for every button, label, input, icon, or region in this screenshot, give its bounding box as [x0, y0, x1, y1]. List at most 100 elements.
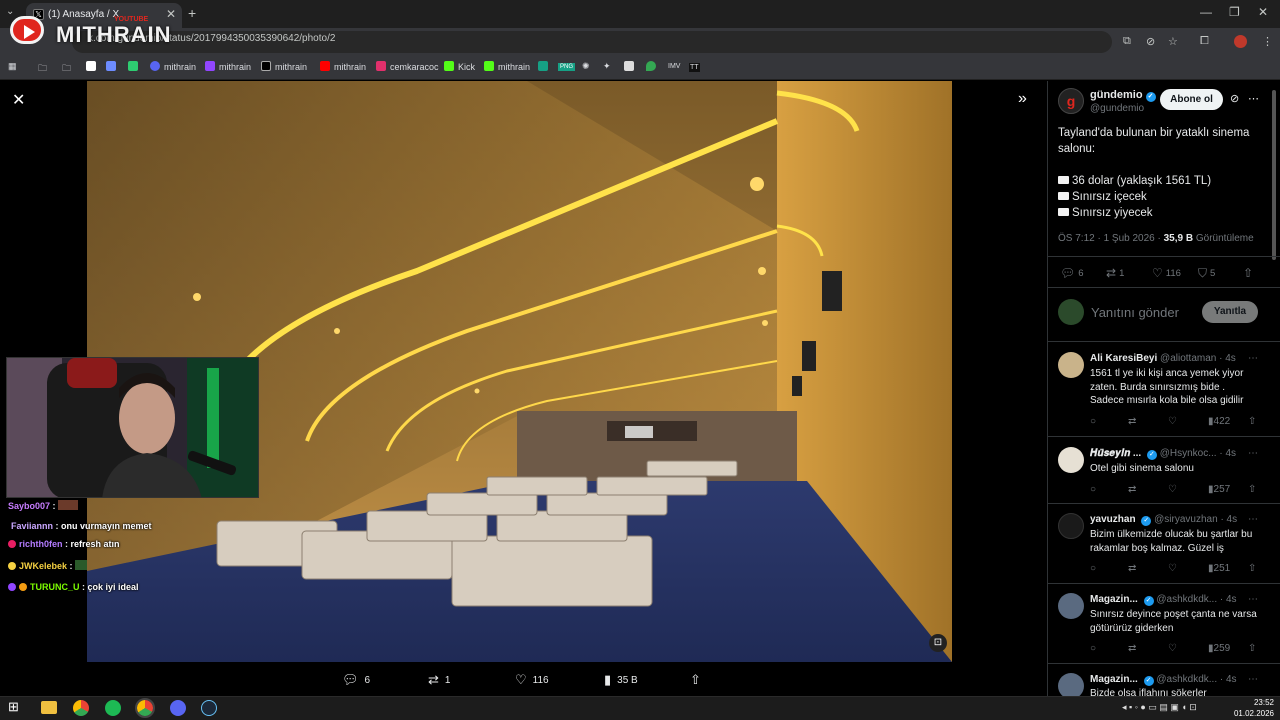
repost-count-button[interactable]: ⇄ 1 — [1106, 266, 1124, 280]
bookmark-shortcut-icon[interactable] — [624, 61, 638, 72]
comment-more-icon[interactable]: ⋯ — [1248, 674, 1258, 685]
close-window-icon[interactable]: ✕ — [1258, 5, 1268, 19]
reply-icon[interactable]: ○ — [1090, 643, 1096, 654]
bookmark-kick[interactable]: Kick — [444, 61, 475, 72]
close-photo-icon[interactable]: ✕ — [12, 90, 25, 110]
panel-scrollbar[interactable] — [1272, 90, 1276, 260]
comment-avatar[interactable] — [1058, 593, 1084, 619]
folder-icon[interactable]: 🗀 — [62, 61, 71, 77]
chrome-active-icon[interactable] — [135, 698, 155, 718]
comment-header[interactable]: 𝑯𝒖̈𝒔𝒆𝒚𝒊𝒏 ... ✓ @Hsynkoc... · 4s — [1090, 448, 1260, 460]
repost-icon[interactable]: ⇄ — [1128, 643, 1136, 654]
grok-icon[interactable]: ⊘ — [1230, 92, 1239, 105]
reply-icon[interactable]: ○ — [1090, 563, 1096, 574]
comment-more-icon[interactable]: ⋯ — [1248, 353, 1258, 364]
comment-more-icon[interactable]: ⋯ — [1248, 594, 1258, 605]
more-options-icon[interactable]: ⋯ — [1248, 92, 1259, 105]
steam-icon[interactable] — [201, 700, 217, 716]
comment-more-icon[interactable]: ⋯ — [1248, 514, 1258, 525]
close-tab-icon[interactable]: ✕ — [166, 7, 176, 21]
reply-submit-button[interactable]: Yanıtla — [1202, 301, 1258, 323]
reply-icon[interactable]: ○ — [1090, 416, 1096, 427]
comment-avatar[interactable] — [1058, 513, 1084, 539]
divider — [1047, 436, 1280, 437]
comment-avatar[interactable] — [1058, 352, 1084, 378]
apps-grid-icon[interactable]: ▦ — [8, 61, 17, 72]
install-app-icon[interactable]: ⧉ — [1123, 35, 1131, 48]
comment-header[interactable]: Magazin... ✓ @ashkdkdk... · 4s — [1090, 594, 1260, 606]
bookmark-shortcut-icon[interactable] — [86, 61, 100, 72]
bookmark-shortcut-icon[interactable] — [538, 61, 552, 72]
share-icon[interactable]: ⇧ — [1248, 643, 1256, 654]
photo-like-button[interactable]: ♡ 116 — [515, 672, 549, 688]
photo-repost-button[interactable]: ⇄ 1 — [428, 672, 450, 688]
repost-icon[interactable]: ⇄ — [1128, 416, 1136, 427]
extensions-icon[interactable]: ⧠ — [1200, 35, 1209, 48]
bookmark-count-button[interactable]: ⛉ 5 — [1198, 266, 1215, 281]
heart-icon[interactable]: ♡ — [1168, 643, 1177, 654]
reply-count-button[interactable]: 💬︎ 6 — [1060, 266, 1084, 280]
bookmark-youtube[interactable]: mithrain — [320, 61, 366, 72]
share-button[interactable]: ⇧ — [1243, 266, 1256, 280]
share-icon[interactable]: ⇧ — [1248, 416, 1256, 427]
reply-icon[interactable]: ○ — [1090, 484, 1096, 495]
tab-list-icon[interactable]: ⌄ — [6, 6, 14, 17]
heart-icon[interactable]: ♡ — [1168, 416, 1177, 427]
views-count[interactable]: ▮ 257 — [1208, 484, 1230, 495]
comment-header[interactable]: yavuzhan ✓ @siryavuzhan · 4s — [1090, 514, 1260, 526]
minimize-icon[interactable]: — — [1200, 5, 1212, 19]
windows-start-icon[interactable]: ⊞ — [8, 699, 24, 715]
share-icon[interactable]: ⇧ — [1248, 484, 1256, 495]
heart-icon[interactable]: ♡ — [1168, 563, 1177, 574]
comment-header[interactable]: Ali KaresiBeyi @aliottaman · 4s — [1090, 353, 1260, 364]
discord-icon[interactable] — [170, 700, 186, 716]
comment-header[interactable]: Magazin... ✓ @ashkdkdk... · 4s — [1090, 674, 1260, 686]
share-icon[interactable]: ⇧ — [1248, 563, 1256, 574]
bookmark-kick-mithrain[interactable]: mithrain — [484, 61, 530, 72]
alt-text-icon[interactable]: ⊡ — [929, 634, 947, 652]
reply-icon: 💬︎ — [1060, 266, 1076, 280]
repost-icon[interactable]: ⇄ — [1128, 484, 1136, 495]
collapse-panel-icon[interactable]: » — [1018, 90, 1027, 108]
menu-dots-icon[interactable]: ⋮ — [1262, 35, 1273, 48]
new-tab-button[interactable]: + — [188, 5, 196, 21]
bookmark-instagram[interactable]: cemkaracoc — [376, 61, 439, 72]
bookmark-tt-icon[interactable]: TT — [689, 63, 700, 72]
file-explorer-icon[interactable] — [41, 701, 57, 714]
bookmark-shortcut-icon[interactable] — [106, 61, 120, 72]
folder-icon[interactable]: 🗀 — [38, 61, 47, 77]
photo-views-button[interactable]: ▮ 35 B — [604, 672, 638, 688]
tray-icons[interactable]: ◂ ▪ ◦ ● ▭ ▤ ▣ ◖ ⊡ — [1122, 702, 1197, 713]
eye-slash-icon[interactable]: ⊘ — [1146, 35, 1155, 48]
bookmark-shortcut-icon[interactable] — [128, 61, 142, 72]
restore-icon[interactable]: ❐ — [1229, 5, 1240, 19]
bookmark-star-icon[interactable]: ☆ — [1168, 35, 1178, 48]
heart-icon[interactable]: ♡ — [1168, 484, 1177, 495]
like-count-button[interactable]: ♡ 116 — [1152, 266, 1181, 280]
comment-avatar[interactable] — [1058, 447, 1084, 473]
bookmark-maps-icon[interactable] — [646, 61, 660, 72]
author-handle[interactable]: @gundemio — [1090, 103, 1144, 114]
bookmark-openai-icon[interactable]: ✺ — [582, 61, 590, 72]
author-avatar[interactable]: g — [1058, 88, 1084, 114]
bookmark-discord[interactable]: mithrain — [150, 61, 196, 72]
reply-input[interactable]: Yanıtını gönder — [1091, 305, 1179, 320]
views-count[interactable]: ▮ 422 — [1208, 416, 1230, 427]
views-count[interactable]: ▮ 251 — [1208, 563, 1230, 574]
chrome-icon[interactable] — [73, 700, 89, 716]
profile-avatar[interactable] — [1234, 35, 1247, 48]
bookmark-png-icon[interactable]: PNG — [558, 63, 576, 71]
comment-more-icon[interactable]: ⋯ — [1248, 448, 1258, 459]
bookmark-twitch[interactable]: mithrain — [205, 61, 251, 72]
follow-button[interactable]: Abone ol — [1160, 89, 1223, 110]
spotify-icon[interactable] — [105, 700, 121, 716]
bookmark-x[interactable]: mithrain — [261, 61, 307, 72]
bookmark-gemini-icon[interactable]: ✦ — [603, 61, 611, 72]
repost-icon[interactable]: ⇄ — [1128, 563, 1136, 574]
taskbar-clock[interactable]: 23:52 01.02.2026 — [1226, 697, 1274, 719]
views-count[interactable]: ▮ 259 — [1208, 643, 1230, 654]
author-name[interactable]: gündemio ✓ — [1090, 89, 1156, 102]
photo-share-button[interactable]: ⇧ — [690, 672, 707, 688]
photo-reply-button[interactable]: 💬︎ 6 — [342, 672, 370, 688]
bookmark-imv-icon[interactable]: IMV — [668, 63, 680, 70]
